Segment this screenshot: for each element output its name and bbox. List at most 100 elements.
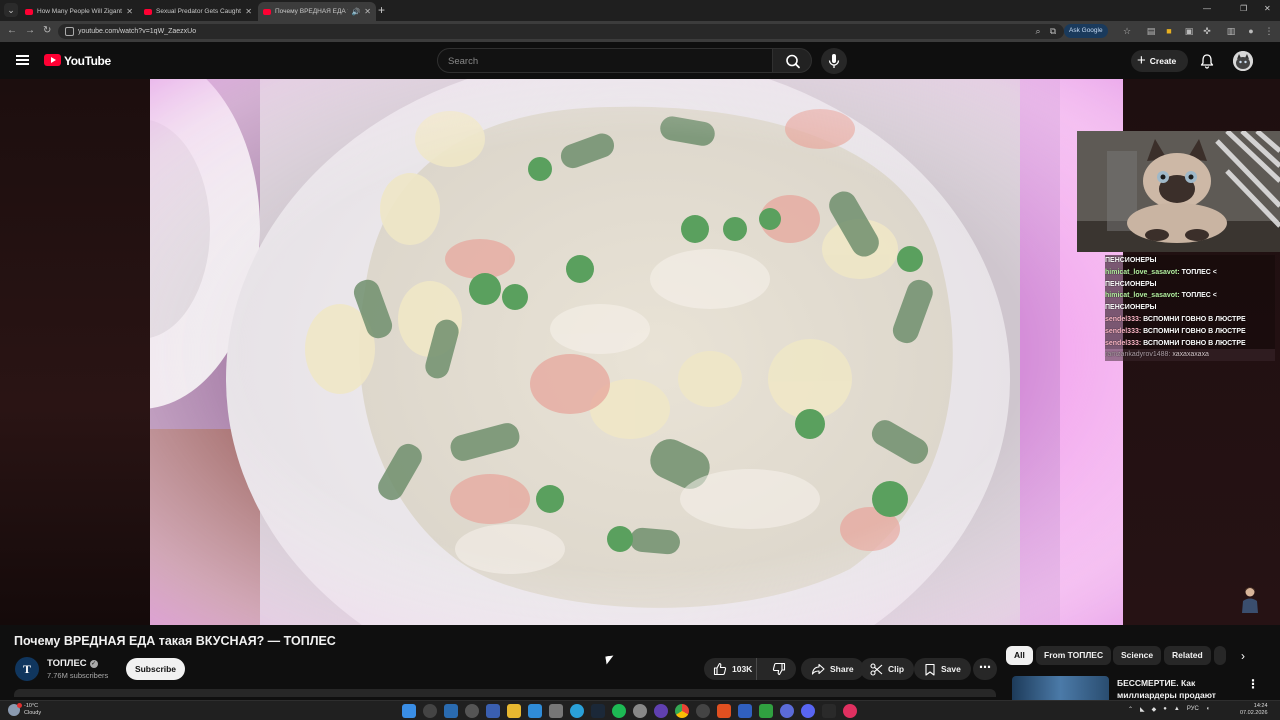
tray-mic-icon[interactable]: ●: [1163, 706, 1167, 713]
search-button[interactable]: [772, 48, 812, 73]
extension-icon[interactable]: ■: [1164, 26, 1174, 36]
telegram-icon[interactable]: [570, 704, 584, 718]
tray-app-icon[interactable]: ▲: [1174, 706, 1180, 713]
profile-icon[interactable]: ●: [1246, 26, 1256, 36]
app-icon[interactable]: [822, 704, 836, 718]
channel-name-row[interactable]: ТОПЛЕС ✓: [47, 658, 98, 669]
tab-search-menu-icon[interactable]: ⌄: [4, 3, 18, 17]
chat-message: ramzankadyrov1488: хахахахаха: [1105, 349, 1275, 362]
forward-button[interactable]: →: [25, 25, 35, 37]
search-input[interactable]: [448, 53, 758, 69]
site-info-icon[interactable]: [65, 27, 74, 36]
chat-username: himicat_love_sasavot:: [1105, 268, 1180, 276]
youtube-wordmark[interactable]: YouTube: [64, 54, 111, 68]
streamer-figure-icon: [1240, 585, 1260, 613]
create-button[interactable]: + Create: [1131, 50, 1188, 72]
bookmark-star-icon[interactable]: ☆: [1122, 26, 1132, 36]
search-box[interactable]: [437, 48, 773, 73]
chip-from-channel[interactable]: From ТОПЛЕС: [1036, 646, 1112, 665]
tray-chevron-icon[interactable]: ⌃: [1128, 706, 1133, 713]
extension-icon[interactable]: ▣: [1184, 26, 1194, 36]
tray-app-icon[interactable]: ◣: [1140, 706, 1145, 713]
chat-message: sendel333: ВСПОМНИ ГОВНО В ЛЮСТРЕ: [1105, 337, 1275, 350]
share-button[interactable]: Share: [801, 658, 864, 680]
discord-icon[interactable]: [801, 704, 815, 718]
weather-widget[interactable]: -10°C Cloudy: [8, 703, 41, 717]
widgets-icon[interactable]: [444, 704, 458, 718]
steam-icon[interactable]: [591, 704, 605, 718]
app-icon[interactable]: [738, 704, 752, 718]
browser-tab[interactable]: Sexual Predator Gets Caught in... ✕: [139, 2, 257, 21]
minimize-window-button[interactable]: —: [1203, 4, 1211, 13]
youtube-logo-icon[interactable]: [44, 54, 61, 66]
chevron-right-icon[interactable]: ›: [1234, 647, 1252, 665]
zoom-icon[interactable]: ⌕: [1033, 26, 1043, 36]
back-button[interactable]: ←: [7, 25, 17, 37]
recommended-video-title[interactable]: БЕССМЕРТИЕ. Как миллиардеры продают: [1117, 677, 1237, 701]
keyboard-language[interactable]: РУС: [1187, 706, 1199, 713]
share-icon: [811, 663, 825, 675]
maximize-window-button[interactable]: ❐: [1240, 4, 1247, 13]
sidebar-icon[interactable]: ▥: [1226, 26, 1236, 36]
music-app-icon[interactable]: [843, 704, 857, 718]
browser-menu-icon[interactable]: ⋮: [1264, 26, 1274, 36]
search-icon[interactable]: [423, 704, 437, 718]
extensions-puzzle-icon[interactable]: ✜: [1202, 26, 1212, 36]
subscribe-button[interactable]: Subscribe: [126, 658, 185, 680]
account-avatar[interactable]: [1233, 51, 1253, 71]
tray-app-icon[interactable]: ◆: [1152, 706, 1157, 713]
create-label: Create: [1149, 56, 1177, 66]
app-icon[interactable]: [759, 704, 773, 718]
close-tab-icon[interactable]: ✕: [364, 7, 371, 16]
app-icon[interactable]: [780, 704, 794, 718]
mail-icon[interactable]: [528, 704, 542, 718]
chrome-icon[interactable]: [675, 704, 689, 718]
voice-search-button[interactable]: [821, 48, 847, 74]
video-player[interactable]: [150, 79, 1123, 625]
chat-text: ПЕНСИОНЕРЫ: [1105, 257, 1157, 264]
description-box[interactable]: [14, 689, 996, 697]
copilot-icon[interactable]: [465, 704, 479, 718]
browser-tab-bar: ⌄ How Many People Will Zigant N... ✕ Sex…: [0, 0, 1280, 21]
recommended-video-menu-icon[interactable]: ⋮: [1247, 678, 1259, 690]
close-tab-icon[interactable]: ✕: [126, 7, 133, 16]
spotify-icon[interactable]: [612, 704, 626, 718]
calendar-icon[interactable]: [549, 704, 563, 718]
app-icon[interactable]: [654, 704, 668, 718]
taskbar-clock[interactable]: 14:24 07.02.2026: [1240, 703, 1268, 717]
file-explorer-icon[interactable]: [507, 704, 521, 718]
more-actions-button[interactable]: ⋯: [973, 658, 997, 680]
app-icon[interactable]: [696, 704, 710, 718]
channel-avatar-letter: T: [22, 661, 31, 676]
new-tab-button[interactable]: +: [378, 3, 385, 17]
install-app-icon[interactable]: ⧉: [1048, 26, 1058, 36]
settings-icon[interactable]: [633, 704, 647, 718]
address-bar[interactable]: youtube.com/watch?v=1qW_ZaezxUo: [58, 24, 1064, 39]
volume-icon[interactable]: ◖: [1206, 706, 1210, 713]
audio-playing-icon[interactable]: 🔊: [352, 8, 361, 16]
channel-name[interactable]: ТОПЛЕС: [47, 658, 87, 669]
like-button[interactable]: 103K: [704, 658, 758, 680]
chip-all[interactable]: All: [1006, 646, 1033, 665]
recommended-video-thumbnail[interactable]: [1012, 676, 1109, 700]
clip-button[interactable]: Clip: [860, 658, 915, 680]
guide-menu-icon[interactable]: [16, 55, 29, 65]
extension-icon[interactable]: ▤: [1146, 26, 1156, 36]
channel-avatar[interactable]: T: [15, 657, 39, 681]
reload-button[interactable]: ↻: [43, 25, 51, 37]
app-icon[interactable]: [717, 704, 731, 718]
notifications-button[interactable]: [1198, 52, 1216, 70]
save-button[interactable]: Save: [914, 658, 971, 680]
chip-science[interactable]: Science: [1113, 646, 1162, 665]
ask-google-button[interactable]: Ask Google: [1064, 24, 1108, 38]
close-tab-icon[interactable]: ✕: [245, 7, 252, 16]
terminal-icon[interactable]: [486, 704, 500, 718]
close-window-button[interactable]: ✕: [1264, 4, 1271, 13]
plus-icon: +: [1137, 52, 1146, 69]
browser-tab[interactable]: How Many People Will Zigant N... ✕: [20, 2, 138, 21]
browser-tab-active[interactable]: Почему ВРЕДНАЯ ЕДА та... 🔊 ✕: [258, 2, 376, 21]
dislike-button[interactable]: [762, 658, 796, 680]
chip-related[interactable]: Related: [1164, 646, 1211, 665]
chip-overflow[interactable]: [1214, 646, 1226, 665]
windows-start-icon[interactable]: [402, 704, 416, 718]
